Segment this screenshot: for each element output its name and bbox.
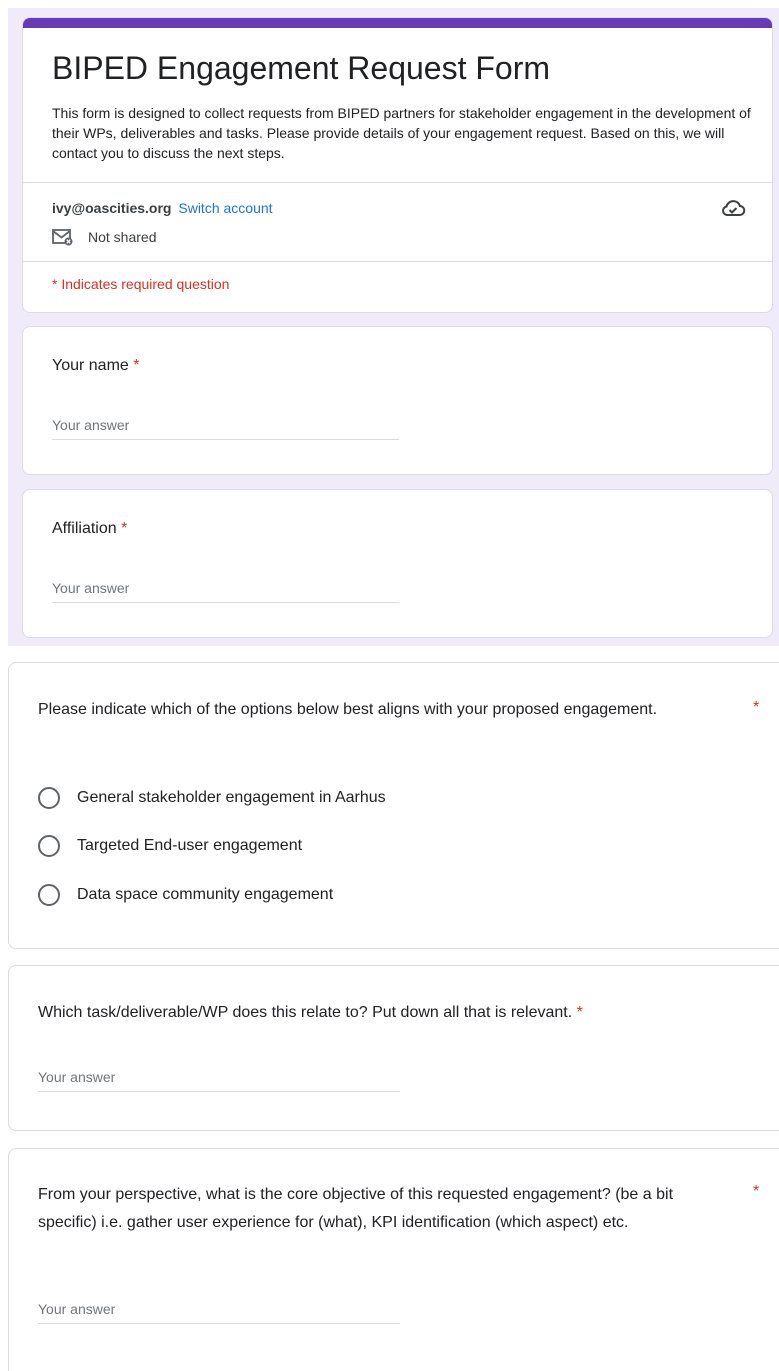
form-header-card: BIPED Engagement Request Form This form … [22, 17, 773, 313]
required-asterisk: * [121, 520, 128, 537]
radio-unchecked-icon[interactable] [38, 787, 60, 809]
question-title-engagement-type: Please indicate which of the options bel… [38, 701, 658, 718]
mail-off-icon [52, 229, 73, 246]
radio-option-targeted[interactable]: Targeted End-user engagement [38, 835, 302, 857]
form-description: This form is designed to collect request… [52, 105, 751, 161]
question-card-engagement-type: Please indicate which of the options bel… [8, 662, 779, 949]
required-note: * Indicates required question [52, 276, 230, 292]
question-card-name: Your name * [22, 326, 773, 475]
question-card-core-objective: From your perspective, what is the core … [8, 1148, 779, 1371]
question-title-affiliation: Affiliation * [52, 520, 128, 537]
account-line: ivy@oascities.org Switch account [52, 198, 273, 218]
question-title-name: Your name * [52, 357, 140, 374]
radio-option-label: Data space community engagement [77, 886, 334, 903]
name-input[interactable] [52, 410, 399, 440]
not-shared-label: Not shared [88, 229, 157, 245]
affiliation-input[interactable] [52, 573, 399, 603]
question-title-task-relation: Which task/deliverable/WP does this rela… [38, 1004, 583, 1021]
required-asterisk: * [576, 1004, 583, 1021]
required-asterisk: * [753, 1183, 760, 1200]
radio-unchecked-icon[interactable] [38, 884, 60, 906]
radio-option-label: General stakeholder engagement in Aarhus [77, 789, 386, 806]
core-objective-input[interactable] [38, 1294, 400, 1324]
account-email: ivy@oascities.org [52, 200, 172, 216]
radio-option-data-space[interactable]: Data space community engagement [38, 884, 333, 906]
required-asterisk: * [133, 357, 140, 374]
question-card-task-relation: Which task/deliverable/WP does this rela… [8, 965, 779, 1131]
radio-unchecked-icon[interactable] [38, 835, 60, 857]
header-accent-bar [23, 18, 772, 28]
radio-option-general[interactable]: General stakeholder engagement in Aarhus [38, 787, 386, 809]
not-shared-line: Not shared [52, 227, 156, 247]
task-relation-input[interactable] [38, 1062, 400, 1092]
required-asterisk: * [753, 699, 760, 716]
account-divider [23, 261, 772, 262]
radio-option-label: Targeted End-user engagement [77, 837, 303, 854]
question-card-affiliation: Affiliation * [22, 489, 773, 638]
cloud-check-icon[interactable] [720, 198, 746, 218]
header-divider [23, 182, 772, 183]
switch-account-link[interactable]: Switch account [178, 200, 272, 216]
form-title: BIPED Engagement Request Form [52, 50, 551, 86]
question-title-core-objective: From your perspective, what is the core … [38, 1186, 674, 1231]
